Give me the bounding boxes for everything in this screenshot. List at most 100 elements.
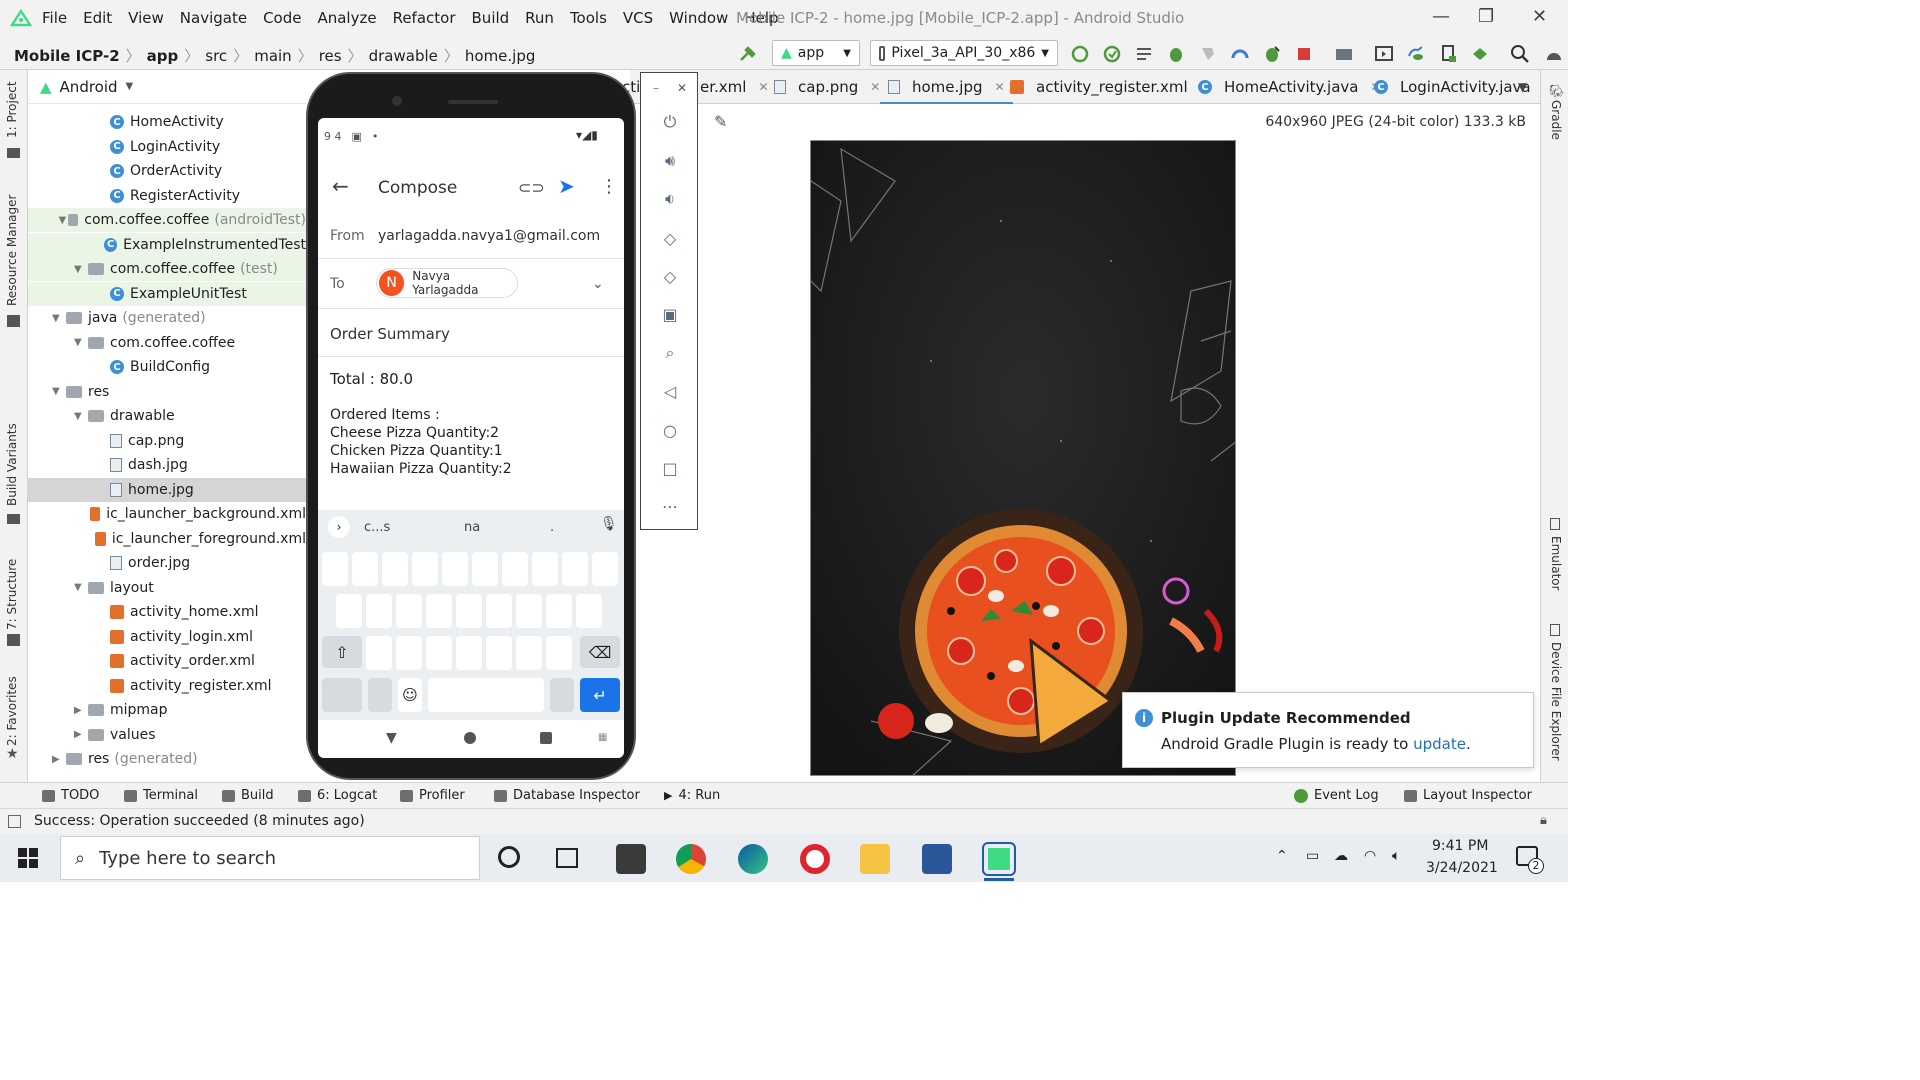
shift-icon[interactable]: ⇧ <box>322 636 362 668</box>
subject-field[interactable]: Order Summary <box>330 325 450 343</box>
breadcrumb-item[interactable]: main <box>254 47 291 65</box>
collapse-arrow-icon[interactable]: ▼ <box>74 264 88 275</box>
menu-view[interactable]: View <box>120 9 172 27</box>
power-icon[interactable]: ⏻ <box>659 111 681 133</box>
tree-item[interactable]: ▶ mipmap <box>28 698 306 722</box>
send-icon[interactable]: ➤ <box>558 174 575 198</box>
menu-file[interactable]: File <box>34 9 75 27</box>
project-structure-icon[interactable] <box>1334 44 1354 64</box>
tool-profiler[interactable]: Profiler <box>400 788 465 803</box>
comma-key[interactable] <box>368 678 392 712</box>
rotate-left-icon[interactable]: ◇ <box>659 227 681 249</box>
minimize-icon[interactable]: – <box>653 81 659 95</box>
zoom-icon[interactable]: ⌕ <box>659 342 681 364</box>
rotate-right-icon[interactable]: ◇ <box>659 265 681 287</box>
keyboard-key[interactable] <box>546 636 572 670</box>
menu-refactor[interactable]: Refactor <box>385 9 464 27</box>
keyboard-key[interactable] <box>472 552 498 586</box>
meet-now-icon[interactable]: ▭ <box>1306 848 1319 864</box>
tree-item[interactable]: activity_register.xml <box>28 674 306 698</box>
tab-build-variants[interactable]: Build Variants <box>5 423 19 506</box>
tree-item[interactable]: ▼ com.coffee.coffee (androidTest) <box>28 208 306 232</box>
eyedropper-icon[interactable]: ✎ <box>714 112 727 131</box>
apply-changes-restart-icon[interactable] <box>1070 44 1090 64</box>
from-value[interactable]: yarlagadda.navya1@gmail.com <box>378 228 600 244</box>
keyboard-key[interactable] <box>336 594 362 628</box>
debug-icon[interactable] <box>1166 44 1186 64</box>
menu-vcs[interactable]: VCS <box>615 9 661 27</box>
expand-arrow-icon[interactable]: ▶ <box>52 754 66 765</box>
collapse-arrow-icon[interactable]: ▼ <box>52 313 66 324</box>
tree-item[interactable]: order.jpg <box>28 551 306 575</box>
keyboard-key[interactable] <box>516 636 542 670</box>
edge-icon[interactable] <box>738 844 768 874</box>
overview-icon[interactable]: □ <box>659 457 681 479</box>
tree-item[interactable]: cap.png <box>28 429 306 453</box>
recents-nav-icon[interactable] <box>540 732 552 744</box>
wifi-icon[interactable]: ◠ <box>1364 848 1376 864</box>
tab-register-xml-partial[interactable]: er.xml ✕ <box>700 78 769 96</box>
tree-item[interactable]: ▼ java (generated) <box>28 306 306 330</box>
tab-resource-manager[interactable]: Resource Manager <box>5 195 19 306</box>
back-icon[interactable]: ◁ <box>659 380 681 402</box>
suggestion-3[interactable]: . <box>550 520 554 535</box>
volume-down-icon[interactable]: 🔉︎ <box>659 188 681 210</box>
keyboard-key[interactable] <box>546 594 572 628</box>
tool-build[interactable]: Build <box>222 788 274 803</box>
close-tab-icon[interactable]: ✕ <box>870 80 880 94</box>
run-tests-icon[interactable] <box>1134 44 1154 64</box>
keyboard-key[interactable] <box>426 594 452 628</box>
tool-todo[interactable]: TODO <box>42 788 99 803</box>
breadcrumb-item[interactable]: home.jpg <box>465 47 536 65</box>
tree-item[interactable]: ▶ res (generated) <box>28 747 306 771</box>
tree-item[interactable]: activity_login.xml <box>28 625 306 649</box>
tree-item[interactable]: C ExampleInstrumentedTest <box>28 232 306 257</box>
keyboard-key[interactable] <box>576 594 602 628</box>
tree-item[interactable]: ic_launcher_foreground.xml <box>28 527 306 551</box>
keyboard-key[interactable] <box>396 594 422 628</box>
keyboard-switch-icon[interactable]: ▦ <box>598 732 607 743</box>
menu-build[interactable]: Build <box>464 9 518 27</box>
tree-item[interactable]: C BuildConfig <box>28 355 306 379</box>
back-arrow-icon[interactable]: ← <box>332 174 349 198</box>
period-key[interactable] <box>550 678 574 712</box>
close-icon[interactable]: ✕ <box>677 81 687 95</box>
stop-icon[interactable] <box>1294 44 1314 64</box>
menu-analyze[interactable]: Analyze <box>309 9 384 27</box>
collapse-arrow-icon[interactable]: ▼ <box>74 582 88 593</box>
tree-item[interactable]: ▼ layout <box>28 576 306 600</box>
tree-item[interactable]: ▶ values <box>28 723 306 747</box>
tree-item[interactable]: C RegisterActivity <box>28 184 306 208</box>
breadcrumb-item[interactable]: app <box>147 47 179 65</box>
menu-edit[interactable]: Edit <box>75 9 120 27</box>
tree-item[interactable]: home.jpg <box>28 477 306 502</box>
keyboard-key[interactable] <box>562 552 588 586</box>
overflow-menu-icon[interactable]: ⋮ <box>600 176 618 197</box>
symbols-key[interactable] <box>322 678 362 712</box>
back-nav-icon[interactable]: ▼ <box>386 730 397 746</box>
tree-item[interactable]: activity_home.xml <box>28 600 306 624</box>
tab-home-jpg[interactable]: home.jpg ✕ <box>880 78 1013 105</box>
search-icon[interactable] <box>1510 44 1530 64</box>
keyboard-key[interactable] <box>502 552 528 586</box>
opera-icon[interactable] <box>800 844 830 874</box>
emoji-icon[interactable]: ☺ <box>398 678 422 712</box>
apply-code-changes-icon[interactable] <box>1102 44 1122 64</box>
chevron-down-icon[interactable]: ⌄ <box>592 276 604 292</box>
tree-item[interactable]: C OrderActivity <box>28 159 306 183</box>
chevron-right-icon[interactable]: › <box>328 516 350 538</box>
keyboard-key[interactable] <box>366 594 392 628</box>
menu-code[interactable]: Code <box>255 9 309 27</box>
keyboard-key[interactable] <box>592 552 618 586</box>
keyboard-key[interactable] <box>532 552 558 586</box>
sync-gradle-icon[interactable] <box>1406 44 1426 64</box>
close-icon[interactable]: ✕ <box>1532 6 1547 27</box>
keyboard-key[interactable] <box>396 636 422 670</box>
sdk-manager-icon[interactable] <box>1438 44 1458 64</box>
tree-item[interactable]: ▼ com.coffee.coffee (test) <box>28 257 306 281</box>
expand-arrow-icon[interactable]: ▶ <box>74 705 88 716</box>
tab-gradle[interactable]: Gradle <box>1549 100 1563 140</box>
camera-icon[interactable]: ▣ <box>659 303 681 325</box>
volume-icon[interactable]: 🔈︎ <box>1392 848 1400 864</box>
tree-item[interactable]: C LoginActivity <box>28 135 306 159</box>
